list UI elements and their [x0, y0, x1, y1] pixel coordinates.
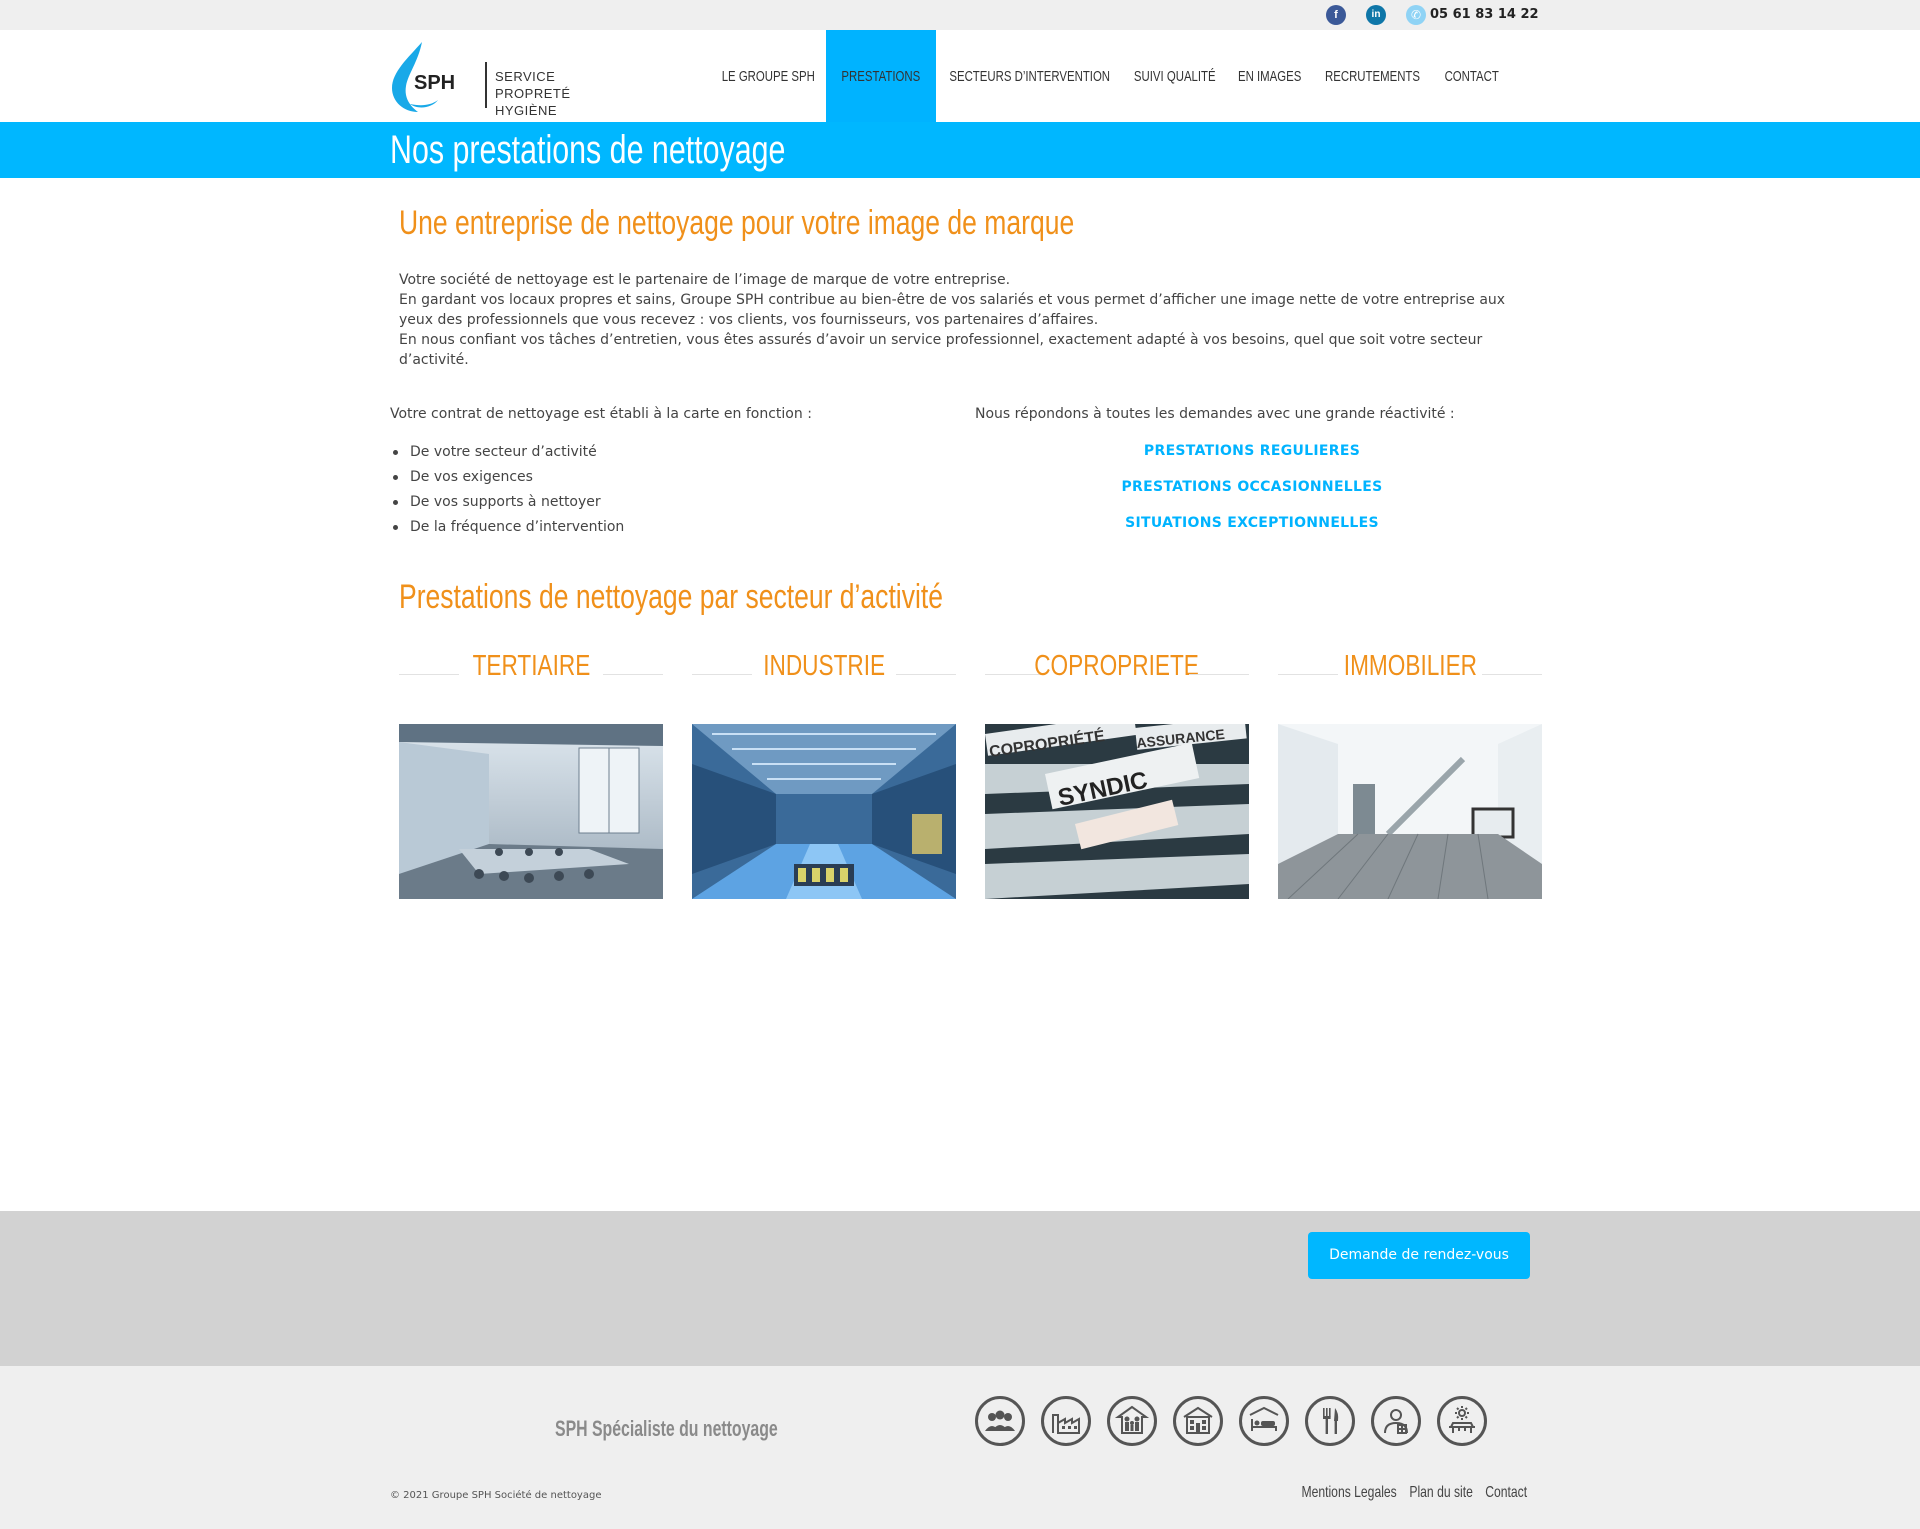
office-meeting-room-photo[interactable] [399, 724, 663, 899]
empty-apartment-photo[interactable] [1278, 724, 1542, 899]
cutlery-icon[interactable] [1305, 1396, 1355, 1446]
appointment-button[interactable]: Demande de rendez-vous [1308, 1232, 1530, 1279]
linkedin-icon[interactable]: in [1366, 5, 1386, 25]
footer-links: Mentions Legales Plan du site Contact [1288, 1484, 1538, 1502]
link-plan-du-site[interactable]: Plan du site [1409, 1484, 1473, 1502]
contract-list: De votre secteur d’activité De vos exige… [390, 440, 624, 540]
factory-icon[interactable] [1041, 1396, 1091, 1446]
footer: SPH Spécialiste du nettoyage © 2021 Grou… [0, 1366, 1920, 1529]
link-situations-exceptionnelles[interactable]: SITUATIONS EXCEPTIONNELLES [1087, 515, 1417, 531]
people-icon[interactable] [975, 1396, 1025, 1446]
sectors-heading: Prestations de nettoyage par secteur d’a… [399, 578, 943, 616]
facebook-icon[interactable]: f [1326, 5, 1346, 25]
logo-divider [485, 62, 487, 108]
logo-line-2: PROPRETÉ [495, 86, 571, 101]
nav-item-prestations[interactable]: PRESTATIONS [826, 30, 936, 122]
nav-item-recrutements[interactable]: RECRUTEMENTS [1314, 30, 1430, 122]
copyright: © 2021 Groupe SPH Société de nettoyage [390, 1490, 602, 1501]
intro-paragraph: Votre société de nettoyage est le parten… [399, 272, 1011, 288]
bed-icon[interactable] [1239, 1396, 1289, 1446]
nav-item-secteurs[interactable]: SECTEURS D’INTERVENTION [936, 30, 1124, 122]
page-title: Nos prestations de nettoyage [390, 128, 786, 172]
link-prestations-regulieres[interactable]: PRESTATIONS REGULIERES [1087, 443, 1417, 459]
sector-industrie[interactable]: INDUSTRIE [692, 650, 956, 899]
sector-title: TERTIAIRE [472, 650, 590, 682]
link-mentions-legales[interactable]: Mentions Legales [1301, 1484, 1396, 1502]
link-contact[interactable]: Contact [1485, 1484, 1531, 1502]
site-header: SPH SERVICE PROPRETÉ HYGIÈNE LE GROUPE S… [0, 30, 1920, 122]
sector-immobilier[interactable]: IMMOBILIER [1278, 650, 1542, 899]
sector-copropriete[interactable]: COPROPRIETE COPROPRIÉTÉ ASSURANCE SYNDIC [985, 650, 1249, 899]
intro-paragraph: En nous confiant vos tâches d’entretien,… [399, 332, 1483, 368]
nav-item-qualite[interactable]: SUIVI QUALITÉ [1124, 30, 1226, 122]
nav-item-images[interactable]: EN IMAGES [1226, 30, 1314, 122]
solar-panel-icon[interactable] [1437, 1396, 1487, 1446]
logo-line-1: SERVICE [495, 69, 556, 84]
contract-label: Votre contrat de nettoyage est établi à … [390, 406, 812, 422]
list-item: De la fréquence d’intervention [390, 515, 624, 540]
footer-title: SPH Spécialiste du nettoyage [555, 1416, 778, 1441]
link-prestations-occasionnelles[interactable]: PRESTATIONS OCCASIONNELLES [1087, 479, 1417, 495]
list-item: De vos exigences [390, 465, 624, 490]
syndic-folders-photo[interactable]: COPROPRIÉTÉ ASSURANCE SYNDIC [985, 724, 1249, 899]
sector-title: INDUSTRIE [763, 650, 885, 682]
services-label: Nous répondons à toutes les demandes ave… [975, 406, 1455, 422]
intro-text: Votre société de nettoyage est le parten… [399, 270, 1519, 370]
top-bar: f in ✆ 05 61 83 14 22 [0, 0, 1920, 30]
phone-number[interactable]: 05 61 83 14 22 [1430, 7, 1539, 22]
page-title-band: Nos prestations de nettoyage [0, 122, 1920, 178]
family-icon[interactable] [1107, 1396, 1157, 1446]
doctor-icon[interactable] [1371, 1396, 1421, 1446]
phone-icon: ✆ [1406, 5, 1426, 25]
nav-item-groupe[interactable]: LE GROUPE SPH [710, 30, 826, 122]
sector-title: COPROPRIETE [1034, 650, 1200, 682]
list-item: De vos supports à nettoyer [390, 490, 624, 515]
cta-band: Demande de rendez-vous [0, 1211, 1920, 1366]
sector-tertiaire[interactable]: TERTIAIRE [399, 650, 663, 899]
intro-paragraph: En gardant vos locaux propres et sains, … [399, 292, 1506, 328]
nav-item-contact[interactable]: CONTACT [1430, 30, 1514, 122]
logo[interactable]: SPH SERVICE PROPRETÉ HYGIÈNE [388, 40, 588, 118]
logo-abbr: SPH [414, 72, 456, 94]
sector-title: IMMOBILIER [1343, 650, 1477, 682]
logo-line-3: HYGIÈNE [495, 103, 558, 118]
building-icon[interactable] [1173, 1396, 1223, 1446]
main-nav: LE GROUPE SPH PRESTATIONS SECTEURS D’INT… [710, 30, 1514, 122]
factory-hall-photo[interactable] [692, 724, 956, 899]
list-item: De votre secteur d’activité [390, 440, 624, 465]
intro-heading: Une entreprise de nettoyage pour votre i… [399, 204, 1075, 242]
